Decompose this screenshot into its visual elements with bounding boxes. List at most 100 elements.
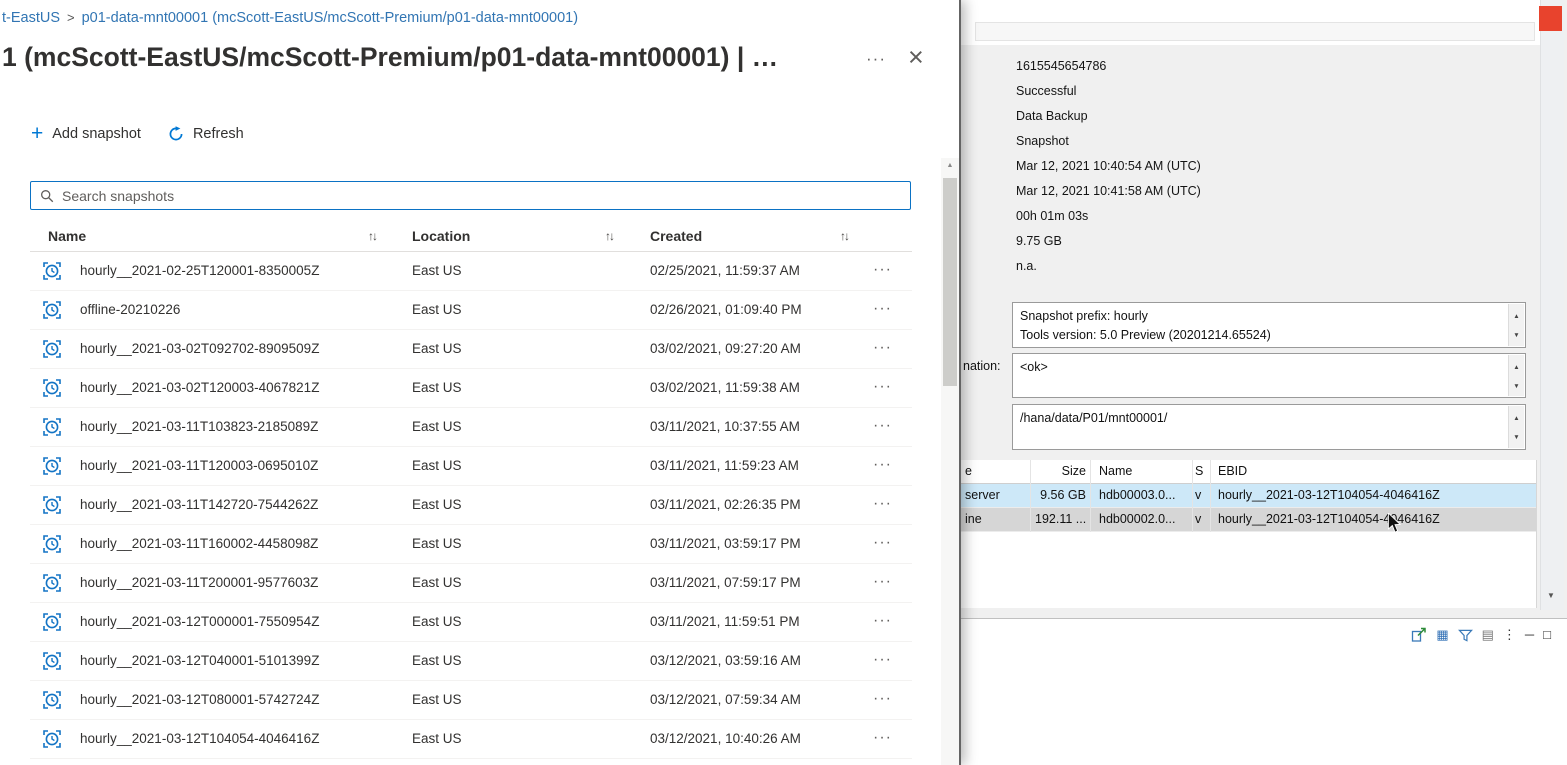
minimize-icon[interactable]: ─ [1525,626,1534,644]
refresh-button[interactable]: Refresh [168,126,244,142]
comment-scroll-buttons[interactable]: ▲ ▼ [1508,304,1524,346]
add-snapshot-button[interactable]: + Add snapshot [31,124,141,144]
detail-size: 9.75 GB [1016,229,1201,254]
additional-information-scroll-buttons[interactable]: ▲ ▼ [1508,355,1524,396]
additional-information-text: <ok> [1020,358,1501,377]
snapshot-created: 03/12/2021, 03:59:16 AM [650,653,801,668]
table-row[interactable]: hourly__2021-03-12T104054-4046416Z East … [30,720,912,759]
table-row[interactable]: hourly__2021-03-11T160002-4458098Z East … [30,525,912,564]
table-row[interactable]: hourly__2021-03-02T120003-4067821Z East … [30,369,912,408]
row-menu-button[interactable]: ··· [873,495,892,513]
row-menu-button[interactable]: ··· [873,261,892,279]
plus-icon: + [31,124,43,144]
row-menu-button[interactable]: ··· [873,339,892,357]
background-horizontal-scrollbar[interactable] [975,22,1535,41]
refresh-label: Refresh [193,126,244,142]
files-table-row[interactable]: server 9.56 GB hdb00003.0... v hourly__2… [961,484,1536,508]
snapshot-icon [41,533,63,555]
export-icon[interactable] [1411,627,1427,643]
snapshot-location: East US [412,341,462,356]
comment-textbox[interactable]: Snapshot prefix: hourly Tools version: 5… [1012,302,1526,348]
snapshot-icon [41,728,63,750]
tree-view-icon[interactable]: ▦ [1436,626,1448,644]
scroll-down-icon[interactable]: ▼ [1513,326,1519,345]
column-header-created[interactable]: Created [650,228,702,244]
scroll-down-icon[interactable]: ▼ [1513,377,1519,396]
table-row[interactable]: hourly__2021-03-11T142720-7544262Z East … [30,486,912,525]
background-vertical-scrollbar[interactable] [1540,0,1564,610]
file-service: ine [961,508,1031,532]
snapshot-location: East US [412,575,462,590]
table-row[interactable]: hourly__2021-03-11T200001-9577603Z East … [30,564,912,603]
table-row[interactable]: hourly__2021-03-11T103823-2185089Z East … [30,408,912,447]
files-table-row[interactable]: ine 192.11 ... hdb00002.0... v hourly__2… [961,508,1536,532]
location-scroll-buttons[interactable]: ▲ ▼ [1508,406,1524,448]
row-menu-button[interactable]: ··· [873,612,892,630]
maximize-icon[interactable]: □ [1543,626,1551,644]
breadcrumb-current-link[interactable]: p01-data-mnt00001 (mcScott-EastUS/mcScot… [82,10,578,26]
snapshot-location: East US [412,692,462,707]
scroll-up-icon[interactable]: ▲ [941,158,959,174]
column-header-location[interactable]: Location [412,228,470,244]
snapshot-location: East US [412,731,462,746]
backup-detail-values: 1615545654786 Successful Data Backup Sna… [1016,54,1201,279]
add-snapshot-label: Add snapshot [52,126,141,142]
filter-icon[interactable] [1458,628,1473,643]
row-menu-button[interactable]: ··· [873,573,892,591]
panel-menu-button[interactable]: ··· [866,49,886,69]
close-icon[interactable]: × [908,42,924,72]
snapshot-created: 03/12/2021, 10:40:26 AM [650,731,801,746]
search-input[interactable] [62,188,901,204]
table-view-icon[interactable]: ▤ [1482,626,1494,644]
row-menu-button[interactable]: ··· [873,690,892,708]
table-row[interactable]: hourly__2021-02-25T120001-8350005Z East … [30,252,912,291]
scroll-up-icon[interactable]: ▲ [1513,409,1519,428]
files-col-size[interactable]: Size [1031,460,1091,484]
snapshot-icon [41,416,63,438]
view-menu-dots-icon[interactable]: ⋮ [1503,626,1516,644]
search-box [30,181,911,210]
scrollbar-thumb[interactable] [943,178,957,386]
snapshot-name: hourly__2021-03-02T120003-4067821Z [80,380,319,395]
snapshot-name: hourly__2021-03-11T120003-0695010Z [80,458,318,473]
snapshot-created: 03/11/2021, 11:59:23 AM [650,458,799,473]
scroll-down-icon[interactable]: ▼ [1513,428,1519,447]
table-row[interactable]: hourly__2021-03-12T080001-5742724Z East … [30,681,912,720]
location-textbox[interactable]: /hana/data/P01/mnt00001/ ▲ ▼ [1012,404,1526,450]
file-size: 9.56 GB [1031,484,1091,508]
files-col-service[interactable]: e [961,460,1031,484]
snapshot-icon [41,611,63,633]
table-row[interactable]: hourly__2021-03-12T000001-7550954Z East … [30,603,912,642]
table-row[interactable]: hourly__2021-03-02T092702-8909509Z East … [30,330,912,369]
row-menu-button[interactable]: ··· [873,378,892,396]
sort-icon: ↑↓ [368,229,376,243]
table-row[interactable]: offline-20210226 East US 02/26/2021, 01:… [30,291,912,330]
files-col-ebid[interactable]: EBID [1211,460,1537,484]
table-row[interactable]: hourly__2021-03-12T040001-5101399Z East … [30,642,912,681]
scroll-down-icon[interactable]: ▼ [1541,586,1561,606]
snapshot-name: offline-20210226 [80,302,180,317]
sort-icon: ↑↓ [840,229,848,243]
snapshot-location: East US [412,302,462,317]
scroll-up-icon[interactable]: ▲ [1513,358,1519,377]
snapshot-name: hourly__2021-03-02T092702-8909509Z [80,341,319,356]
additional-information-textbox[interactable]: <ok> ▲ ▼ [1012,353,1526,398]
row-menu-button[interactable]: ··· [873,456,892,474]
scroll-up-icon[interactable]: ▲ [1513,307,1519,326]
row-menu-button[interactable]: ··· [873,534,892,552]
breadcrumb-root-link[interactable]: t-EastUS [2,10,60,26]
sort-icon: ↑↓ [605,229,613,243]
snapshot-created: 03/11/2021, 03:59:17 PM [650,536,801,551]
files-col-state[interactable]: S [1193,460,1211,484]
panel-scrollbar[interactable]: ▲ [941,158,959,765]
row-menu-button[interactable]: ··· [873,729,892,747]
snapshots-table: hourly__2021-02-25T120001-8350005Z East … [30,252,912,759]
row-menu-button[interactable]: ··· [873,300,892,318]
files-col-name[interactable]: Name [1091,460,1193,484]
row-menu-button[interactable]: ··· [873,417,892,435]
table-row[interactable]: hourly__2021-03-11T120003-0695010Z East … [30,447,912,486]
column-header-name[interactable]: Name [48,228,86,244]
scrollbar-marker[interactable] [1539,6,1562,31]
snapshot-name: hourly__2021-03-11T142720-7544262Z [80,497,318,512]
row-menu-button[interactable]: ··· [873,651,892,669]
